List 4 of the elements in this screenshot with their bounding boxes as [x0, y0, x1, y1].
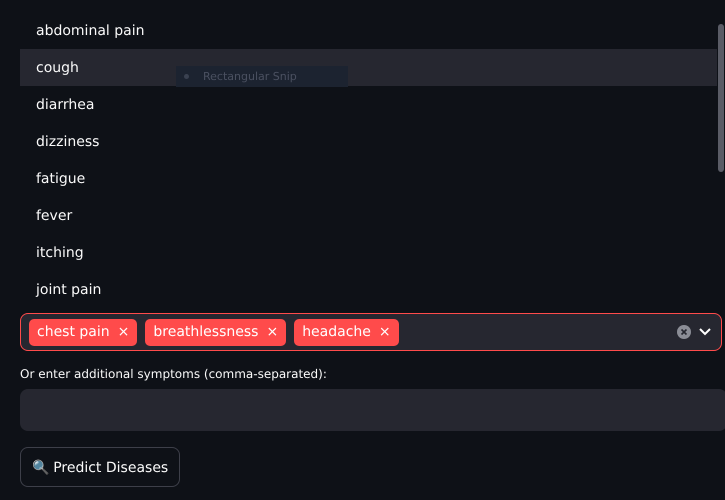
field-label: Or enter additional symptoms (comma-separated): — [20, 367, 328, 381]
tag-label: chest pain — [37, 324, 110, 340]
tag-label: breathlessness — [153, 324, 258, 340]
tag-label: headache — [302, 324, 371, 340]
